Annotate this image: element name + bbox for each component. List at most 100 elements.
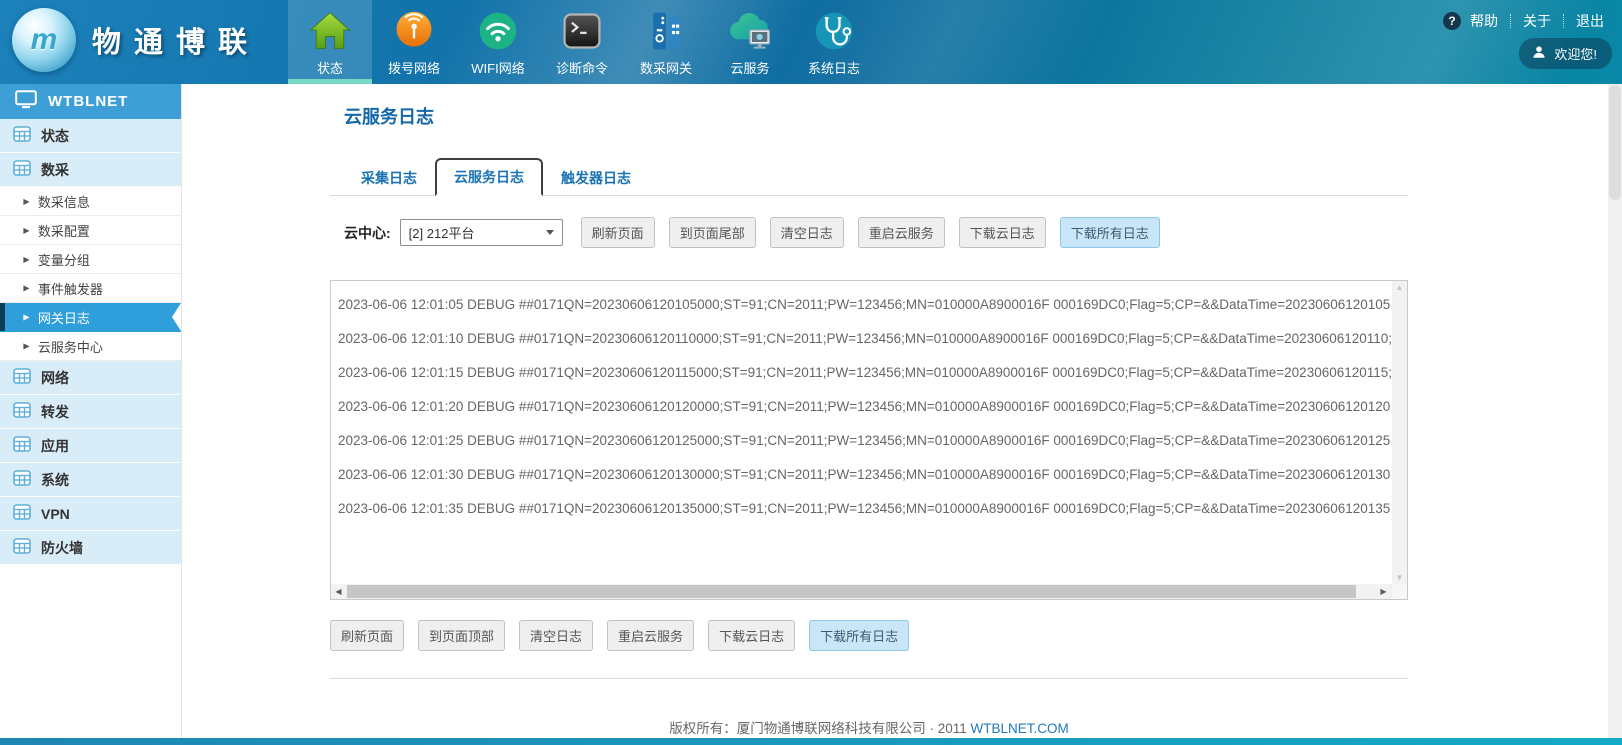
vertical-scrollbar[interactable]: ▲ ▼ <box>1392 281 1407 584</box>
triangle-bullet-icon: ▶ <box>23 312 29 322</box>
nav-label: 状态 <box>317 58 343 77</box>
brand-logo-icon: m <box>12 8 76 72</box>
page-title: 云服务日志 <box>344 103 1408 129</box>
nav-label: 诊断命令 <box>556 58 608 77</box>
welcome-badge[interactable]: 欢迎您! <box>1519 38 1612 69</box>
copyright-text: 版权所有：厦门物通博联网络科技有限公司 · 2011 <box>669 721 967 736</box>
sidebar-item-label: 事件触发器 <box>38 279 103 298</box>
help-icon[interactable]: ? <box>1443 12 1461 30</box>
page-scrollbar[interactable] <box>1608 84 1622 738</box>
toolbar-top: 云中心: [2] 212平台 刷新页面 到页面尾部 清空日志 重启云服务 下载云… <box>330 217 1408 248</box>
nav-diagnostic-command[interactable]: 诊断命令 <box>540 0 624 84</box>
logo-letter: m <box>31 23 58 57</box>
sidebar: WTBLNET 状态 数采 ▶ 数采信息 ▶ 数采配置 ▶ 变量分组 ▶ 事件触… <box>0 84 182 738</box>
bottom-accent-bar <box>0 738 1622 745</box>
tab-cloud-service-log[interactable]: 云服务日志 <box>435 158 543 196</box>
scroll-up-icon[interactable]: ▲ <box>1396 283 1404 292</box>
log-line: 2023-06-06 12:01:35 DEBUG ##0171QN=20230… <box>331 492 1391 526</box>
nav-data-gateway[interactable]: 数采网关 <box>624 0 708 84</box>
header: m 物通博联 状态 拨号网络 WIFI网络 诊断命令 <box>0 0 1622 84</box>
nav-system-log[interactable]: 系统日志 <box>792 0 876 84</box>
sidebar-subitem-cloud-service-center[interactable]: ▶ 云服务中心 <box>0 332 181 361</box>
log-lines: 2023-06-06 12:01:05 DEBUG ##0171QN=20230… <box>331 288 1391 526</box>
sidebar-item-application[interactable]: 应用 <box>0 429 181 463</box>
sidebar-subitem-collection-info[interactable]: ▶ 数采信息 <box>0 187 181 216</box>
sidebar-item-label: 系统 <box>41 470 69 490</box>
download-all-logs-button-bottom[interactable]: 下载所有日志 <box>809 620 909 651</box>
sidebar-subitem-variable-group[interactable]: ▶ 变量分组 <box>0 245 181 274</box>
nav-label: 拨号网络 <box>388 58 440 77</box>
clear-log-button[interactable]: 清空日志 <box>770 217 844 248</box>
toolbar-bottom: 刷新页面 到页面顶部 清空日志 重启云服务 下载云日志 下载所有日志 <box>330 620 1408 651</box>
sidebar-subitem-event-trigger[interactable]: ▶ 事件触发器 <box>0 274 181 303</box>
clear-log-button-bottom[interactable]: 清空日志 <box>519 620 593 651</box>
log-line: 2023-06-06 12:01:30 DEBUG ##0171QN=20230… <box>331 458 1391 492</box>
sidebar-item-vpn[interactable]: VPN <box>0 497 181 531</box>
sidebar-item-forwarding[interactable]: 转发 <box>0 395 181 429</box>
sidebar-subitem-gateway-log[interactable]: ▶ 网关日志 <box>0 303 181 332</box>
sidebar-item-status[interactable]: 状态 <box>0 119 181 153</box>
refresh-page-button[interactable]: 刷新页面 <box>581 217 655 248</box>
goto-page-top-button[interactable]: 到页面顶部 <box>418 620 505 651</box>
log-panel: 2023-06-06 12:01:05 DEBUG ##0171QN=20230… <box>330 280 1408 600</box>
sidebar-item-label: 转发 <box>41 402 69 422</box>
sidebar-item-network[interactable]: 网络 <box>0 361 181 395</box>
log-line: 2023-06-06 12:01:10 DEBUG ##0171QN=20230… <box>331 322 1391 356</box>
home-icon <box>308 7 352 55</box>
triangle-bullet-icon: ▶ <box>23 254 29 264</box>
help-link[interactable]: 帮助 <box>1470 11 1498 31</box>
nav-status[interactable]: 状态 <box>288 0 372 84</box>
restart-cloud-service-button[interactable]: 重启云服务 <box>858 217 945 248</box>
nav-wifi-network[interactable]: WIFI网络 <box>456 0 540 84</box>
welcome-text: 欢迎您! <box>1554 44 1597 63</box>
scroll-left-icon[interactable]: ◀ <box>331 584 346 599</box>
tab-collection-log[interactable]: 采集日志 <box>344 161 434 195</box>
menu-grid-icon <box>13 160 31 179</box>
menu-grid-icon <box>13 436 31 455</box>
scrollbar-corner <box>1392 584 1407 599</box>
horizontal-scrollbar-thumb[interactable] <box>347 585 1356 598</box>
header-links: ? 帮助 关于 退出 <box>1443 11 1604 31</box>
sidebar-item-data-collection[interactable]: 数采 <box>0 153 181 187</box>
wtblnet-link[interactable]: WTBLNET.COM <box>971 721 1069 736</box>
sidebar-item-label: 网关日志 <box>38 308 90 327</box>
log-line: 2023-06-06 12:01:05 DEBUG ##0171QN=20230… <box>331 288 1391 322</box>
user-icon <box>1532 45 1546 62</box>
sidebar-item-label: 状态 <box>41 126 69 146</box>
about-link[interactable]: 关于 <box>1523 11 1551 31</box>
nav-label: WIFI网络 <box>471 58 524 77</box>
download-cloud-log-button[interactable]: 下载云日志 <box>959 217 1046 248</box>
sidebar-item-firewall[interactable]: 防火墙 <box>0 531 181 565</box>
scroll-down-icon[interactable]: ▼ <box>1396 573 1404 582</box>
restart-cloud-service-button-bottom[interactable]: 重启云服务 <box>607 620 694 651</box>
sidebar-item-label: 数采信息 <box>38 192 90 211</box>
download-all-logs-button[interactable]: 下载所有日志 <box>1060 217 1160 248</box>
log-line: 2023-06-06 12:01:25 DEBUG ##0171QN=20230… <box>331 424 1391 458</box>
nav-dialup-network[interactable]: 拨号网络 <box>372 0 456 84</box>
brand-name: 物通博联 <box>92 19 260 61</box>
download-cloud-log-button-bottom[interactable]: 下载云日志 <box>708 620 795 651</box>
triangle-bullet-icon: ▶ <box>23 196 29 206</box>
sidebar-item-label: 云服务中心 <box>38 337 103 356</box>
refresh-page-button-bottom[interactable]: 刷新页面 <box>330 620 404 651</box>
horizontal-scrollbar[interactable]: ◀ ▶ <box>331 584 1392 599</box>
monitor-icon <box>15 90 37 113</box>
terminal-icon <box>560 7 604 55</box>
content: 云服务日志 采集日志 云服务日志 触发器日志 云中心: [2] 212平台 刷新… <box>330 84 1408 737</box>
top-nav: 状态 拨号网络 WIFI网络 诊断命令 数采网关 <box>288 0 876 84</box>
sidebar-item-system[interactable]: 系统 <box>0 463 181 497</box>
cloud-center-label: 云中心: <box>344 223 391 243</box>
menu-grid-icon <box>13 504 31 523</box>
goto-page-bottom-button[interactable]: 到页面尾部 <box>669 217 756 248</box>
nav-label: 系统日志 <box>808 58 860 77</box>
page-scrollbar-thumb[interactable] <box>1609 85 1621 200</box>
tab-trigger-log[interactable]: 触发器日志 <box>544 161 648 195</box>
cloud-center-select[interactable]: [2] 212平台 <box>400 219 563 246</box>
scroll-right-icon[interactable]: ▶ <box>1376 584 1391 599</box>
sidebar-subitem-collection-config[interactable]: ▶ 数采配置 <box>0 216 181 245</box>
sidebar-device-title: WTBLNET <box>0 84 181 119</box>
sidebar-item-label: 数采 <box>41 160 69 180</box>
nav-cloud-service[interactable]: 云服务 <box>708 0 792 84</box>
logout-link[interactable]: 退出 <box>1576 11 1604 31</box>
triangle-bullet-icon: ▶ <box>23 283 29 293</box>
